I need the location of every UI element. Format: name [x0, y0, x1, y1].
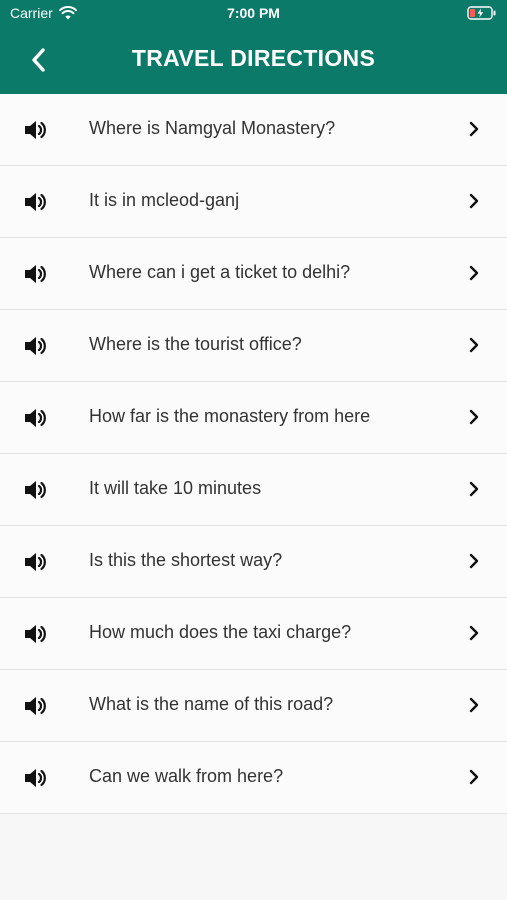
phrase-row[interactable]: Is this the shortest way?	[0, 526, 507, 598]
chevron-right-icon	[469, 265, 479, 281]
phrase-text: Where is the tourist office?	[89, 334, 302, 354]
phrase-text: Where can i get a ticket to delhi?	[89, 262, 351, 282]
chevron-right-icon	[469, 409, 479, 425]
phrase-row[interactable]: It is in mcleod-ganj	[0, 166, 507, 238]
phrase-row[interactable]: How much does the taxi charge?	[0, 598, 507, 670]
chevron-right-icon	[469, 121, 479, 137]
speaker-icon[interactable]	[22, 405, 48, 431]
chevron-right-icon	[469, 697, 479, 713]
chevron-right-icon	[469, 481, 479, 497]
speaker-icon[interactable]	[22, 549, 48, 575]
phrase-text: Can we walk from here?	[89, 766, 284, 786]
status-bar: Carrier 7:00 PM	[0, 0, 507, 28]
phrase-text: Where is Namgyal Monastery?	[89, 118, 336, 138]
speaker-icon[interactable]	[22, 477, 48, 503]
page-title: TRAVEL DIRECTIONS	[131, 45, 376, 71]
phrase-text: What is the name of this road?	[89, 694, 334, 714]
speaker-icon[interactable]	[22, 333, 48, 359]
phrase-row[interactable]: Where is the tourist office?	[0, 310, 507, 382]
phrase-row[interactable]: It will take 10 minutes	[0, 454, 507, 526]
phrase-row[interactable]: Where can i get a ticket to delhi?	[0, 238, 507, 310]
battery-charging-icon	[467, 6, 496, 20]
phrase-text: How far is the monastery from here	[89, 406, 371, 426]
speaker-icon[interactable]	[22, 693, 48, 719]
phrase-row[interactable]: Where is Namgyal Monastery?	[0, 94, 507, 166]
speaker-icon[interactable]	[22, 621, 48, 647]
chevron-right-icon	[469, 193, 479, 209]
phrase-text: It will take 10 minutes	[89, 478, 262, 498]
status-time: 7:00 PM	[227, 5, 280, 21]
speaker-icon[interactable]	[22, 765, 48, 791]
speaker-icon[interactable]	[22, 189, 48, 215]
phrase-row[interactable]: How far is the monastery from here	[0, 382, 507, 454]
navigation-bar: TRAVEL DIRECTIONS	[0, 28, 507, 94]
phrase-row[interactable]: Can we walk from here?	[0, 742, 507, 814]
phrase-row[interactable]: What is the name of this road?	[0, 670, 507, 742]
phrase-text: Is this the shortest way?	[89, 550, 283, 570]
speaker-icon[interactable]	[22, 261, 48, 287]
app-header: Carrier 7:00 PM TRAVEL DIRECTIONS	[0, 0, 507, 94]
phrase-text: How much does the taxi charge?	[89, 622, 352, 642]
chevron-right-icon	[469, 625, 479, 641]
speaker-icon[interactable]	[22, 117, 48, 143]
chevron-right-icon	[469, 769, 479, 785]
chevron-right-icon	[469, 337, 479, 353]
phrase-text: It is in mcleod-ganj	[89, 190, 240, 210]
phrase-list: Where is Namgyal Monastery? It is in mcl…	[0, 94, 507, 814]
chevron-right-icon	[469, 553, 479, 569]
